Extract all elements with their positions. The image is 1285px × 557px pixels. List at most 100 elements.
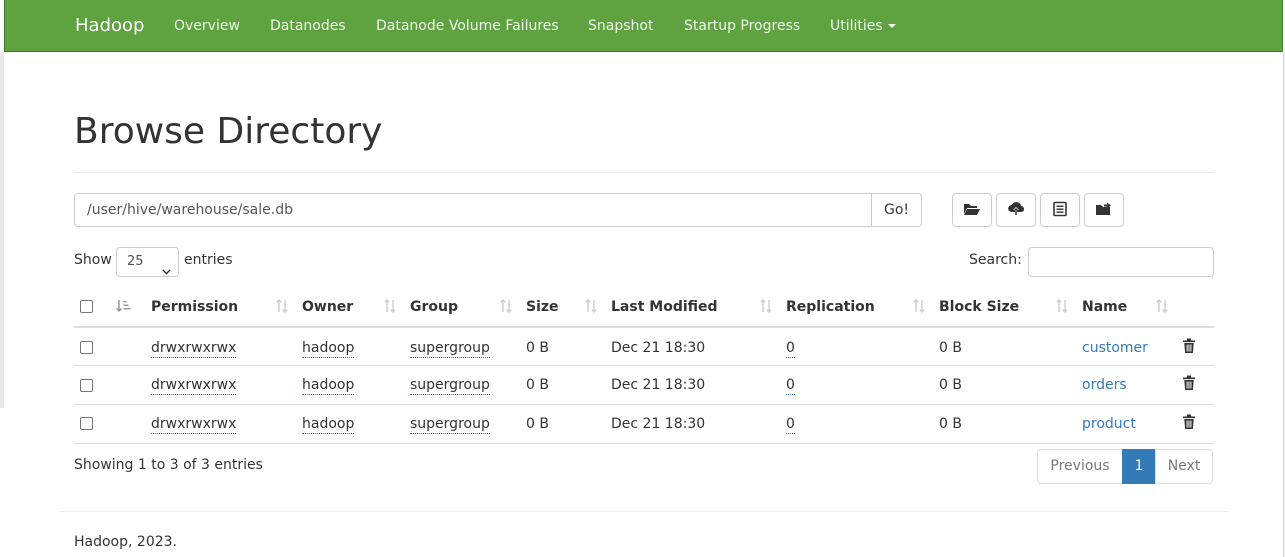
nav-startup-progress[interactable]: Startup Progress — [684, 18, 800, 34]
chevron-down-icon — [162, 258, 171, 286]
column-name[interactable]: Name — [1076, 287, 1176, 328]
column-label: Size — [526, 298, 559, 315]
replication-cell[interactable]: 0 — [786, 377, 795, 396]
sort-icon — [760, 299, 772, 317]
create-directory-button[interactable] — [952, 193, 992, 227]
column-group[interactable]: Group — [404, 287, 520, 328]
table-info: Showing 1 to 3 of 3 entries — [74, 457, 263, 473]
sort-icon — [384, 299, 396, 317]
permission-cell[interactable]: drwxrwxrwx — [151, 377, 237, 396]
nav-overview[interactable]: Overview — [174, 18, 240, 34]
table-row: drwxrwxrwx hadoop supergroup 0 B Dec 21 … — [74, 365, 1214, 405]
row-checkbox[interactable] — [80, 417, 93, 431]
previous-page-button[interactable]: Previous — [1037, 449, 1123, 484]
block-size-cell: 0 B — [933, 404, 1076, 444]
folder-move-icon — [1095, 202, 1113, 219]
entries-length-value: 25 — [127, 254, 144, 269]
column-label: Last Modified — [611, 298, 718, 315]
replication-cell[interactable]: 0 — [786, 339, 795, 358]
go-button[interactable]: Go! — [871, 193, 922, 227]
folder-open-icon — [963, 202, 981, 219]
column-size[interactable]: Size — [520, 287, 605, 328]
trash-icon[interactable] — [1182, 414, 1196, 434]
group-cell[interactable]: supergroup — [410, 339, 490, 358]
size-cell: 0 B — [520, 365, 605, 405]
sort-ascending-icon — [115, 299, 131, 317]
search-label: Search: — [969, 252, 1022, 268]
owner-cell[interactable]: hadoop — [302, 415, 355, 434]
block-size-cell: 0 B — [933, 327, 1076, 367]
size-cell: 0 B — [520, 327, 605, 367]
table-header-row: Permission Owner Group Size Last Modifie… — [74, 287, 1214, 328]
column-permission[interactable]: Permission — [145, 287, 296, 328]
column-actions — [1176, 287, 1214, 328]
sort-icon — [1056, 299, 1068, 317]
directory-link[interactable]: orders — [1082, 377, 1127, 393]
entries-length-select[interactable]: 25 — [116, 247, 179, 277]
last-modified-cell: Dec 21 18:30 — [605, 404, 780, 444]
column-replication[interactable]: Replication — [780, 287, 933, 328]
move-button[interactable] — [1084, 193, 1124, 227]
owner-cell[interactable]: hadoop — [302, 377, 355, 396]
nav-snapshot[interactable]: Snapshot — [588, 18, 653, 34]
sort-icon — [585, 299, 597, 317]
footer-divider — [59, 511, 1229, 512]
row-checkbox[interactable] — [80, 341, 93, 355]
pagination: Previous 1 Next — [1037, 449, 1213, 484]
table-row: drwxrwxrwx hadoop supergroup 0 B Dec 21 … — [74, 404, 1214, 444]
select-all-header — [74, 287, 107, 328]
page-1-button[interactable]: 1 — [1122, 449, 1156, 484]
upload-button[interactable] — [996, 193, 1036, 227]
directory-link[interactable]: customer — [1082, 340, 1148, 356]
sort-icon — [1156, 299, 1168, 317]
column-label: Replication — [786, 298, 875, 315]
column-last-modified[interactable]: Last Modified — [605, 287, 780, 328]
show-label: Show — [74, 252, 112, 268]
nav-utilities-label: Utilities — [830, 18, 883, 34]
owner-cell[interactable]: hadoop — [302, 339, 355, 358]
footer-text: Hadoop, 2023. — [74, 534, 177, 550]
trash-icon[interactable] — [1182, 338, 1196, 358]
page-title: Browse Directory — [74, 111, 383, 152]
nav-utilities-dropdown[interactable]: Utilities — [830, 18, 896, 34]
block-size-cell: 0 B — [933, 365, 1076, 405]
list-alt-icon — [1052, 201, 1068, 220]
nav-datanode-volume-failures[interactable]: Datanode Volume Failures — [376, 18, 559, 34]
trash-icon[interactable] — [1182, 375, 1196, 395]
row-checkbox[interactable] — [80, 378, 93, 392]
column-label: Owner — [302, 298, 354, 315]
size-cell: 0 B — [520, 404, 605, 444]
column-block-size[interactable]: Block Size — [933, 287, 1076, 328]
group-cell[interactable]: supergroup — [410, 415, 490, 434]
brand-link[interactable]: Hadoop — [75, 15, 144, 36]
search-input[interactable] — [1028, 247, 1214, 277]
column-label: Permission — [151, 298, 239, 315]
entries-label: entries — [184, 252, 233, 268]
cut-paste-button[interactable] — [1040, 193, 1080, 227]
sort-icon — [500, 299, 512, 317]
directory-path-input[interactable] — [74, 193, 872, 227]
last-modified-cell: Dec 21 18:30 — [605, 327, 780, 367]
select-all-checkbox[interactable] — [80, 300, 93, 313]
replication-cell[interactable]: 0 — [786, 415, 795, 434]
caret-down-icon — [887, 24, 896, 28]
window-left-edge — [0, 52, 4, 557]
last-modified-cell: Dec 21 18:30 — [605, 365, 780, 405]
next-page-button[interactable]: Next — [1155, 449, 1213, 484]
column-label: Block Size — [939, 298, 1020, 315]
column-label: Group — [410, 298, 459, 315]
group-cell[interactable]: supergroup — [410, 377, 490, 396]
top-navbar: Hadoop Overview Datanodes Datanode Volum… — [4, 0, 1283, 52]
cloud-upload-icon — [1007, 201, 1025, 220]
column-owner[interactable]: Owner — [296, 287, 404, 328]
title-divider — [74, 172, 1214, 173]
directory-table: Permission Owner Group Size Last Modifie… — [74, 287, 1214, 444]
sort-header-default[interactable] — [107, 287, 145, 328]
permission-cell[interactable]: drwxrwxrwx — [151, 339, 237, 358]
column-label: Name — [1082, 298, 1128, 315]
table-row: drwxrwxrwx hadoop supergroup 0 B Dec 21 … — [74, 327, 1214, 367]
directory-link[interactable]: product — [1082, 416, 1136, 432]
permission-cell[interactable]: drwxrwxrwx — [151, 415, 237, 434]
sort-icon — [913, 299, 925, 317]
nav-datanodes[interactable]: Datanodes — [270, 18, 346, 34]
